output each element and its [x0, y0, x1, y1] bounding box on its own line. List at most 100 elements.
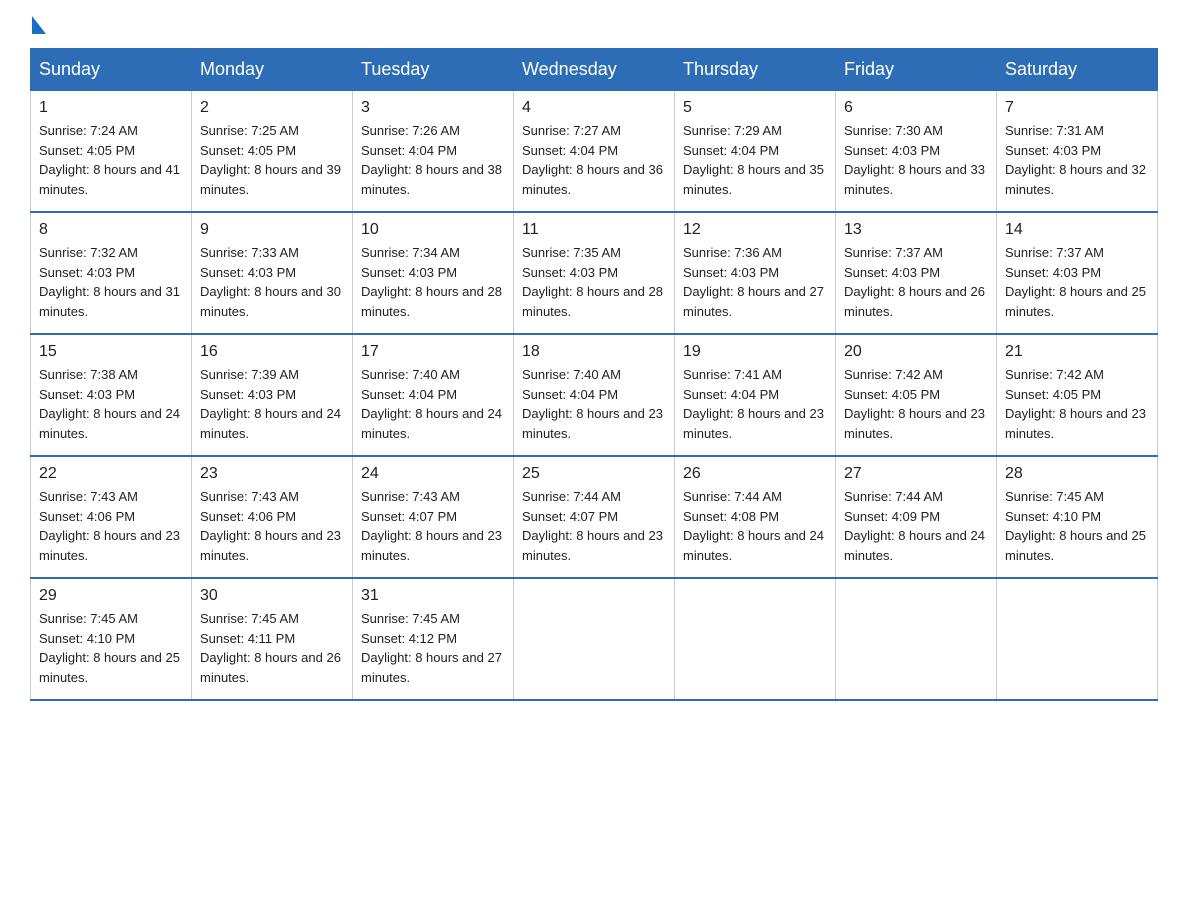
sunrise-label: Sunrise: 7:37 AM [1005, 245, 1104, 260]
day-number: 24 [361, 465, 505, 483]
sunset-label: Sunset: 4:05 PM [200, 143, 296, 158]
sunset-label: Sunset: 4:03 PM [1005, 143, 1101, 158]
daylight-label: Daylight: 8 hours and 39 minutes. [200, 162, 341, 197]
calendar-cell: 21 Sunrise: 7:42 AM Sunset: 4:05 PM Dayl… [997, 334, 1158, 456]
day-info: Sunrise: 7:45 AM Sunset: 4:11 PM Dayligh… [200, 609, 344, 687]
calendar-cell: 12 Sunrise: 7:36 AM Sunset: 4:03 PM Dayl… [675, 212, 836, 334]
day-number: 3 [361, 99, 505, 117]
day-info: Sunrise: 7:41 AM Sunset: 4:04 PM Dayligh… [683, 365, 827, 443]
sunrise-label: Sunrise: 7:33 AM [200, 245, 299, 260]
sunrise-label: Sunrise: 7:43 AM [361, 489, 460, 504]
sunset-label: Sunset: 4:10 PM [39, 631, 135, 646]
weekday-tuesday: Tuesday [353, 49, 514, 91]
day-info: Sunrise: 7:26 AM Sunset: 4:04 PM Dayligh… [361, 121, 505, 199]
day-info: Sunrise: 7:45 AM Sunset: 4:10 PM Dayligh… [39, 609, 183, 687]
daylight-label: Daylight: 8 hours and 23 minutes. [39, 528, 180, 563]
calendar-cell: 27 Sunrise: 7:44 AM Sunset: 4:09 PM Dayl… [836, 456, 997, 578]
daylight-label: Daylight: 8 hours and 25 minutes. [1005, 284, 1146, 319]
sunset-label: Sunset: 4:05 PM [1005, 387, 1101, 402]
day-info: Sunrise: 7:36 AM Sunset: 4:03 PM Dayligh… [683, 243, 827, 321]
calendar-cell: 19 Sunrise: 7:41 AM Sunset: 4:04 PM Dayl… [675, 334, 836, 456]
day-info: Sunrise: 7:43 AM Sunset: 4:07 PM Dayligh… [361, 487, 505, 565]
sunset-label: Sunset: 4:08 PM [683, 509, 779, 524]
day-info: Sunrise: 7:42 AM Sunset: 4:05 PM Dayligh… [844, 365, 988, 443]
day-info: Sunrise: 7:35 AM Sunset: 4:03 PM Dayligh… [522, 243, 666, 321]
calendar-cell: 23 Sunrise: 7:43 AM Sunset: 4:06 PM Dayl… [192, 456, 353, 578]
day-info: Sunrise: 7:39 AM Sunset: 4:03 PM Dayligh… [200, 365, 344, 443]
weekday-wednesday: Wednesday [514, 49, 675, 91]
daylight-label: Daylight: 8 hours and 24 minutes. [844, 528, 985, 563]
calendar-cell [514, 578, 675, 700]
day-number: 9 [200, 221, 344, 239]
day-number: 12 [683, 221, 827, 239]
sunset-label: Sunset: 4:07 PM [522, 509, 618, 524]
calendar-cell: 13 Sunrise: 7:37 AM Sunset: 4:03 PM Dayl… [836, 212, 997, 334]
calendar-cell: 2 Sunrise: 7:25 AM Sunset: 4:05 PM Dayli… [192, 91, 353, 213]
day-number: 5 [683, 99, 827, 117]
sunrise-label: Sunrise: 7:45 AM [39, 611, 138, 626]
daylight-label: Daylight: 8 hours and 26 minutes. [200, 650, 341, 685]
sunset-label: Sunset: 4:04 PM [522, 143, 618, 158]
sunrise-label: Sunrise: 7:43 AM [39, 489, 138, 504]
day-number: 30 [200, 587, 344, 605]
day-number: 23 [200, 465, 344, 483]
sunset-label: Sunset: 4:03 PM [1005, 265, 1101, 280]
weekday-sunday: Sunday [31, 49, 192, 91]
day-info: Sunrise: 7:42 AM Sunset: 4:05 PM Dayligh… [1005, 365, 1149, 443]
daylight-label: Daylight: 8 hours and 23 minutes. [200, 528, 341, 563]
day-number: 26 [683, 465, 827, 483]
day-number: 27 [844, 465, 988, 483]
daylight-label: Daylight: 8 hours and 24 minutes. [39, 406, 180, 441]
daylight-label: Daylight: 8 hours and 27 minutes. [683, 284, 824, 319]
sunrise-label: Sunrise: 7:45 AM [1005, 489, 1104, 504]
calendar-cell: 26 Sunrise: 7:44 AM Sunset: 4:08 PM Dayl… [675, 456, 836, 578]
logo-arrow-icon [32, 16, 46, 34]
calendar-cell: 9 Sunrise: 7:33 AM Sunset: 4:03 PM Dayli… [192, 212, 353, 334]
day-number: 25 [522, 465, 666, 483]
day-number: 18 [522, 343, 666, 361]
calendar-cell: 22 Sunrise: 7:43 AM Sunset: 4:06 PM Dayl… [31, 456, 192, 578]
day-number: 2 [200, 99, 344, 117]
weekday-monday: Monday [192, 49, 353, 91]
day-info: Sunrise: 7:44 AM Sunset: 4:08 PM Dayligh… [683, 487, 827, 565]
page-header [30, 20, 1158, 38]
sunset-label: Sunset: 4:05 PM [39, 143, 135, 158]
day-info: Sunrise: 7:34 AM Sunset: 4:03 PM Dayligh… [361, 243, 505, 321]
calendar-cell: 30 Sunrise: 7:45 AM Sunset: 4:11 PM Dayl… [192, 578, 353, 700]
daylight-label: Daylight: 8 hours and 35 minutes. [683, 162, 824, 197]
sunrise-label: Sunrise: 7:37 AM [844, 245, 943, 260]
day-number: 7 [1005, 99, 1149, 117]
sunset-label: Sunset: 4:03 PM [39, 387, 135, 402]
day-number: 1 [39, 99, 183, 117]
sunrise-label: Sunrise: 7:30 AM [844, 123, 943, 138]
sunset-label: Sunset: 4:04 PM [361, 387, 457, 402]
daylight-label: Daylight: 8 hours and 31 minutes. [39, 284, 180, 319]
daylight-label: Daylight: 8 hours and 23 minutes. [1005, 406, 1146, 441]
day-info: Sunrise: 7:45 AM Sunset: 4:10 PM Dayligh… [1005, 487, 1149, 565]
day-info: Sunrise: 7:29 AM Sunset: 4:04 PM Dayligh… [683, 121, 827, 199]
sunset-label: Sunset: 4:03 PM [200, 387, 296, 402]
daylight-label: Daylight: 8 hours and 25 minutes. [39, 650, 180, 685]
calendar-cell: 4 Sunrise: 7:27 AM Sunset: 4:04 PM Dayli… [514, 91, 675, 213]
sunrise-label: Sunrise: 7:32 AM [39, 245, 138, 260]
day-info: Sunrise: 7:32 AM Sunset: 4:03 PM Dayligh… [39, 243, 183, 321]
daylight-label: Daylight: 8 hours and 23 minutes. [683, 406, 824, 441]
day-info: Sunrise: 7:27 AM Sunset: 4:04 PM Dayligh… [522, 121, 666, 199]
daylight-label: Daylight: 8 hours and 24 minutes. [683, 528, 824, 563]
calendar-cell: 20 Sunrise: 7:42 AM Sunset: 4:05 PM Dayl… [836, 334, 997, 456]
day-number: 14 [1005, 221, 1149, 239]
sunset-label: Sunset: 4:04 PM [522, 387, 618, 402]
sunrise-label: Sunrise: 7:42 AM [844, 367, 943, 382]
calendar-cell: 11 Sunrise: 7:35 AM Sunset: 4:03 PM Dayl… [514, 212, 675, 334]
sunrise-label: Sunrise: 7:38 AM [39, 367, 138, 382]
daylight-label: Daylight: 8 hours and 23 minutes. [361, 528, 502, 563]
day-number: 31 [361, 587, 505, 605]
sunset-label: Sunset: 4:03 PM [844, 143, 940, 158]
sunset-label: Sunset: 4:04 PM [683, 387, 779, 402]
calendar-cell: 3 Sunrise: 7:26 AM Sunset: 4:04 PM Dayli… [353, 91, 514, 213]
calendar-cell: 7 Sunrise: 7:31 AM Sunset: 4:03 PM Dayli… [997, 91, 1158, 213]
calendar-cell: 16 Sunrise: 7:39 AM Sunset: 4:03 PM Dayl… [192, 334, 353, 456]
sunrise-label: Sunrise: 7:29 AM [683, 123, 782, 138]
sunrise-label: Sunrise: 7:40 AM [522, 367, 621, 382]
day-number: 21 [1005, 343, 1149, 361]
